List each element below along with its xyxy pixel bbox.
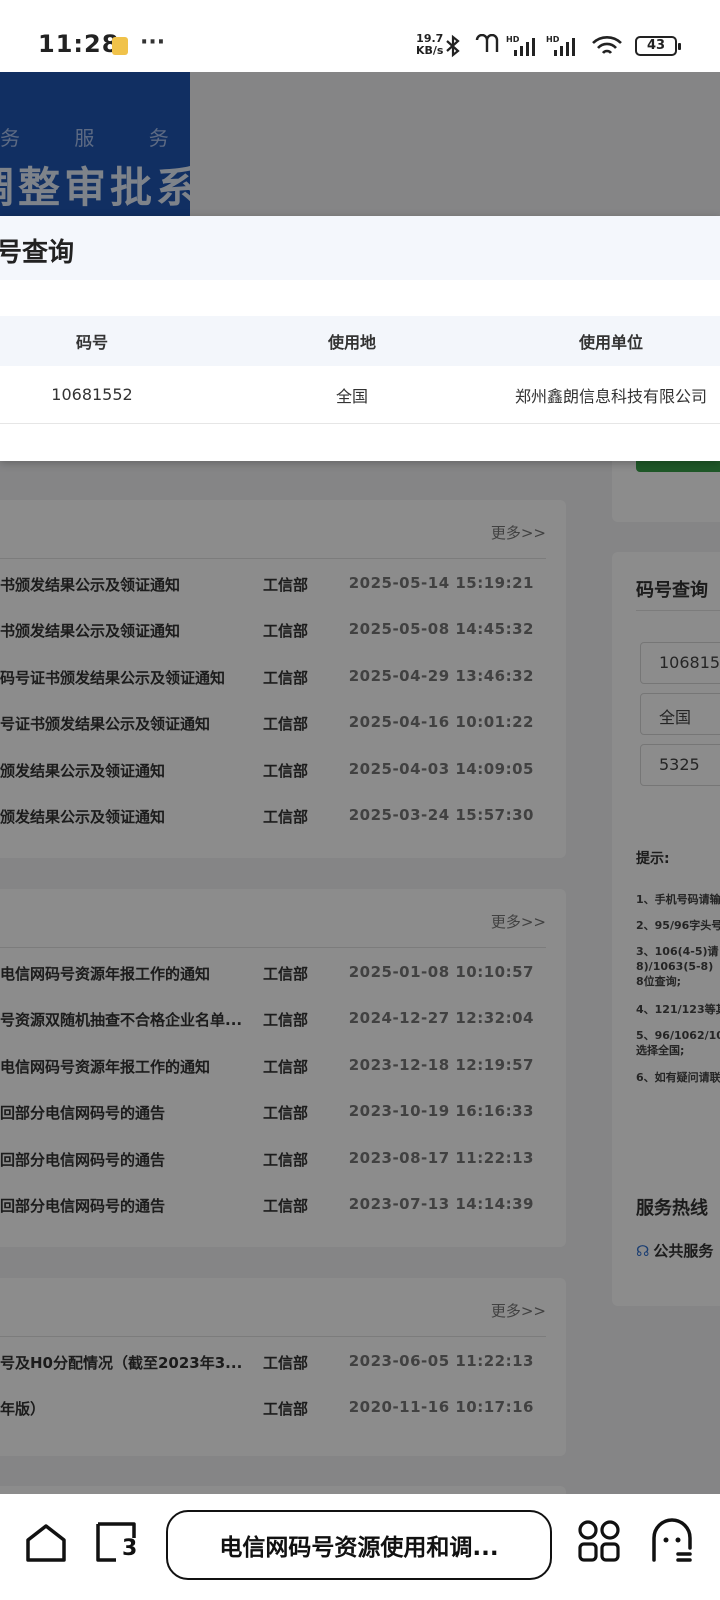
browser-bottom-nav: 3 电信网码号资源使用和调... (0, 1494, 720, 1600)
background-page: 务 服 务 平 调整审批系 更多>> 书颁发结果公示及领证通知工信部2025-0… (0, 72, 720, 1494)
tabs-icon[interactable] (90, 1514, 146, 1570)
modal-title: 号查询 (0, 238, 75, 268)
sim-card-icon (112, 37, 128, 55)
svg-text:HD: HD (546, 35, 560, 44)
profile-ghost-icon[interactable] (644, 1514, 700, 1570)
apps-grid-icon[interactable] (572, 1514, 628, 1570)
cell-unit: 郑州鑫朗信息科技有限公司 (514, 386, 707, 406)
table-header: 码号 使用地 使用单位 (0, 316, 720, 366)
signal-hd-2-icon: HD (546, 35, 575, 56)
earbuds-icon (475, 34, 499, 52)
cell-code: 10681552 (51, 385, 133, 404)
column-header-location: 使用地 (327, 333, 376, 352)
more-notifications-icon: ··· (140, 30, 166, 55)
network-speed: 19.7 KB/s (416, 33, 443, 57)
table-row: 10681552 全国 郑州鑫朗信息科技有限公司 (0, 366, 720, 424)
bluetooth-icon (446, 34, 460, 58)
column-header-code: 码号 (75, 333, 108, 352)
modal-header: 号查询 (0, 216, 720, 280)
status-bar: 11:28 ··· 19.7 KB/s HD HD 43 (0, 0, 720, 72)
signal-hd-1-icon: HD (506, 35, 535, 56)
query-result-modal: 号查询 码号 使用地 使用单位 10681552 全国 郑州鑫朗信息科技有限公司 (0, 216, 720, 461)
column-header-unit: 使用单位 (578, 333, 643, 352)
cell-location: 全国 (335, 386, 368, 406)
svg-text:HD: HD (506, 35, 520, 44)
battery-icon: 43 (635, 36, 681, 56)
address-bar[interactable]: 电信网码号资源使用和调... (166, 1510, 552, 1580)
network-speed-unit: KB/s (416, 44, 444, 57)
status-time: 11:28 (38, 30, 120, 58)
home-icon[interactable] (18, 1514, 74, 1570)
wifi-icon (592, 36, 622, 54)
tab-count: 3 (122, 1536, 138, 1561)
